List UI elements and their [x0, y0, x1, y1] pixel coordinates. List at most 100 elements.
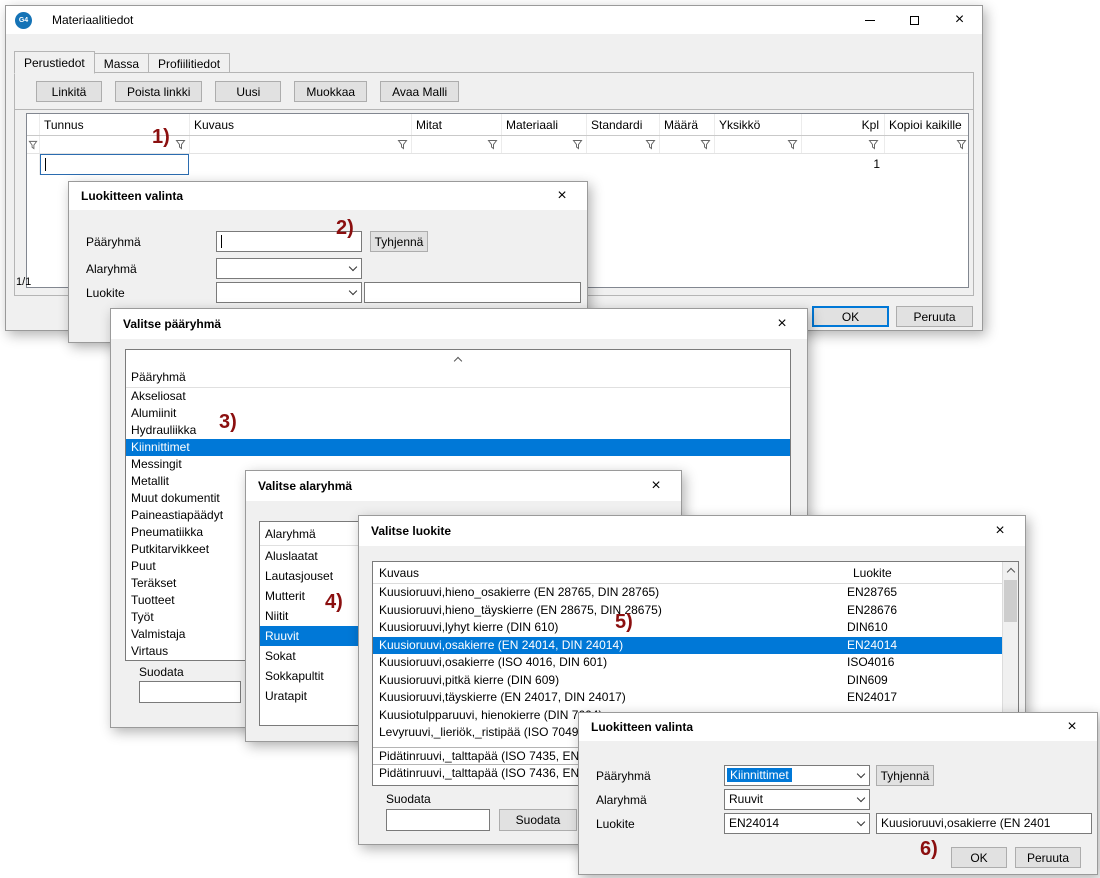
- close-icon: ×: [557, 188, 566, 204]
- close-button[interactable]: ×: [763, 309, 801, 339]
- row-luokite: DIN610: [847, 619, 1002, 637]
- tyhjenna-button[interactable]: Tyhjennä: [370, 231, 428, 252]
- tunnus-edit-input[interactable]: [40, 154, 189, 175]
- funnel-icon: [787, 139, 798, 150]
- table-row[interactable]: Kuusioruuvi,täyskierre (EN 24017, DIN 24…: [373, 689, 1002, 707]
- column-header[interactable]: Määrä: [660, 114, 715, 135]
- column-header[interactable]: Materiaali: [502, 114, 587, 135]
- table-row[interactable]: Kuusioruuvi,pitkä kierre (DIN 609) DIN60…: [373, 672, 1002, 690]
- close-icon: ×: [955, 12, 964, 28]
- tunnus-cell[interactable]: [40, 154, 190, 175]
- toolbar-button[interactable]: Uusi: [215, 81, 281, 102]
- scroll-up-hint[interactable]: [455, 355, 461, 364]
- chevron-down-icon: [348, 287, 356, 295]
- main-titlebar: G4 Materiaalitiedot ×: [6, 6, 982, 34]
- funnel-icon: [487, 139, 498, 150]
- toolbar-button[interactable]: Linkitä: [36, 81, 102, 102]
- toolbar-button[interactable]: Avaa Malli: [380, 81, 459, 102]
- row-selector[interactable]: [27, 154, 40, 175]
- ok-button[interactable]: OK: [951, 847, 1007, 868]
- luokite-text-field[interactable]: Kuusioruuvi,osakierre (EN 2401: [876, 813, 1092, 834]
- funnel-icon: [645, 139, 656, 150]
- filter-cell[interactable]: [587, 136, 660, 153]
- scrollbar-thumb[interactable]: [1004, 580, 1017, 622]
- table-row[interactable]: Kuusioruuvi,osakierre (ISO 4016, DIN 601…: [373, 654, 1002, 672]
- scroll-up-button[interactable]: [1003, 562, 1018, 578]
- dialog-titlebar: Luokitteen valinta: [579, 713, 1097, 741]
- column-header[interactable]: Yksikkö: [715, 114, 802, 135]
- tab[interactable]: Perustiedot: [14, 51, 95, 74]
- dropdown-arrow[interactable]: [852, 790, 869, 809]
- filter-cell[interactable]: [190, 136, 412, 153]
- filter-cell[interactable]: [802, 136, 885, 153]
- row-luokite: EN28676: [847, 602, 1002, 620]
- ok-button[interactable]: OK: [812, 306, 889, 327]
- filter-cell[interactable]: [885, 136, 969, 153]
- combo-value: Kiinnittimet: [727, 768, 792, 782]
- dialog-titlebar: Valitse pääryhmä: [111, 309, 807, 339]
- row-kuvaus: Kuusioruuvi,täyskierre (EN 24017, DIN 24…: [373, 689, 847, 707]
- dropdown-arrow[interactable]: [852, 814, 869, 833]
- table-row[interactable]: Kuusioruuvi,hieno_täyskierre (EN 28675, …: [373, 602, 1002, 620]
- suodata-input[interactable]: [139, 681, 241, 703]
- row-kuvaus: Kuusioruuvi,osakierre (ISO 4016, DIN 601…: [373, 654, 847, 672]
- table-row[interactable]: Kuusioruuvi,hieno_osakierre (EN 28765, D…: [373, 584, 1002, 602]
- column-header[interactable]: Kopioi kaikille: [885, 114, 969, 135]
- dropdown-arrow[interactable]: [344, 259, 361, 278]
- close-button[interactable]: ×: [543, 182, 581, 210]
- toolbar-button[interactable]: Muokkaa: [294, 81, 367, 102]
- alaryhma-combobox[interactable]: Ruuvit: [724, 789, 870, 810]
- dropdown-arrow[interactable]: [852, 766, 869, 785]
- filter-cell[interactable]: [502, 136, 587, 153]
- filter-cell[interactable]: [715, 136, 802, 153]
- app-icon: G4: [15, 12, 32, 29]
- funnel-icon: [397, 139, 408, 150]
- luokite-label: Luokite: [596, 817, 635, 831]
- dialog-titlebar: Valitse alaryhmä: [246, 471, 681, 501]
- tab-bar: PerustiedotMassaProfiilitiedot: [14, 50, 229, 73]
- column-header[interactable]: Mitat: [412, 114, 502, 135]
- suodata-label: Suodata: [386, 792, 431, 806]
- maximize-button[interactable]: [892, 6, 937, 34]
- alaryhma-combobox[interactable]: [216, 258, 362, 279]
- list-item[interactable]: Akseliosat: [126, 388, 790, 405]
- tab[interactable]: Massa: [94, 53, 149, 73]
- filter-cell[interactable]: [412, 136, 502, 153]
- filter-cell[interactable]: [660, 136, 715, 153]
- close-button[interactable]: ×: [1053, 713, 1091, 741]
- luokite-label: Luokite: [86, 286, 125, 300]
- row-kuvaus: Kuusioruuvi,pitkä kierre (DIN 609): [373, 672, 847, 690]
- step-annotation-6: 6): [920, 838, 938, 861]
- cancel-button[interactable]: Peruuta: [1015, 847, 1081, 868]
- column-header[interactable]: Standardi: [587, 114, 660, 135]
- minimize-button[interactable]: [847, 6, 892, 34]
- dropdown-arrow[interactable]: [344, 283, 361, 302]
- tab[interactable]: Profiilitiedot: [148, 53, 230, 73]
- toolbar-button[interactable]: Poista linkki: [115, 81, 202, 102]
- cancel-button[interactable]: Peruuta: [896, 306, 973, 327]
- list-item[interactable]: Kiinnittimet: [126, 439, 790, 456]
- close-button[interactable]: ×: [981, 516, 1019, 546]
- step-annotation-2: 2): [336, 217, 354, 240]
- kuvaus-column-header[interactable]: Kuvaus: [379, 566, 419, 580]
- column-header[interactable]: Kuvaus: [190, 114, 412, 135]
- dialog-title: Luokitteen valinta: [591, 720, 693, 734]
- dialog-titlebar: Luokitteen valinta: [69, 182, 587, 210]
- table-row[interactable]: Kuusioruuvi,lyhyt kierre (DIN 610) DIN61…: [373, 619, 1002, 637]
- suodata-input[interactable]: [386, 809, 490, 831]
- luokite-column-header[interactable]: Luokite: [853, 566, 892, 580]
- close-button[interactable]: ×: [637, 471, 675, 501]
- toolbar: Linkitä Poista linkki Uusi Muokkaa Avaa Mall…: [36, 81, 459, 102]
- tyhjenna-button[interactable]: Tyhjennä: [876, 765, 934, 786]
- dialog-title: Valitse luokite: [371, 524, 451, 538]
- paaryhma-combobox[interactable]: Kiinnittimet: [724, 765, 870, 786]
- suodata-button[interactable]: Suodata: [499, 809, 577, 831]
- table-row[interactable]: Kuusioruuvi,osakierre (EN 24014, DIN 240…: [373, 637, 1002, 655]
- filter-cell[interactable]: [27, 136, 40, 153]
- luokite-combobox[interactable]: [216, 282, 362, 303]
- record-indicator: 1/1: [16, 276, 31, 288]
- column-header[interactable]: Kpl: [802, 114, 885, 135]
- luokite-combobox[interactable]: EN24014: [724, 813, 870, 834]
- luokite-text-field[interactable]: [364, 282, 581, 303]
- close-button[interactable]: ×: [937, 6, 982, 34]
